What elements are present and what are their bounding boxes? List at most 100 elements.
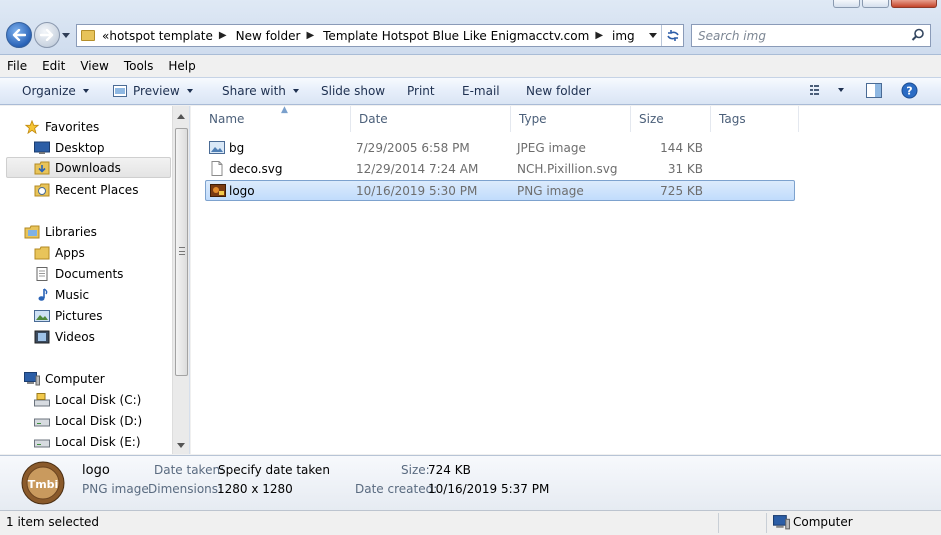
address-history-dropdown[interactable]	[649, 33, 657, 38]
address-toolbar: « hotspot template ▶ New folder ▶ Template…	[0, 0, 941, 55]
slide-show-button[interactable]: Slide show	[321, 84, 385, 98]
breadcrumb-item[interactable]: Template Hotspot Blue Like Enigmacctv.co…	[323, 29, 612, 43]
sidebar-item-documents[interactable]: Documents	[34, 263, 123, 284]
help-icon: ?	[901, 82, 918, 99]
print-button[interactable]: Print	[407, 84, 435, 98]
search-placeholder: Search img	[698, 28, 766, 43]
column-header-name[interactable]: ▲ Name	[201, 105, 351, 132]
search-icon[interactable]	[911, 28, 925, 42]
sidebar-item-apps[interactable]: Apps	[34, 242, 85, 263]
sidebar-item-pictures[interactable]: Pictures	[34, 305, 103, 326]
breadcrumb-item[interactable]: hotspot template ▶	[109, 29, 235, 43]
change-view-button[interactable]	[810, 84, 844, 96]
sidebar-item-desktop[interactable]: Desktop	[34, 137, 105, 158]
preview-button[interactable]: Preview	[113, 84, 193, 98]
tree-libraries[interactable]: Libraries	[24, 221, 97, 242]
computer-icon	[773, 515, 790, 530]
grip-icon	[179, 247, 185, 255]
documents-icon	[36, 266, 48, 281]
file-size: 725 KB	[660, 184, 703, 198]
chevron-right-icon[interactable]: ▶	[219, 30, 227, 41]
command-bar: Organize Preview Share with Slide show P…	[0, 77, 941, 105]
chevron-down-icon	[292, 89, 299, 93]
new-folder-button[interactable]: New folder	[526, 84, 591, 98]
menu-view[interactable]: View	[80, 59, 108, 73]
date-taken-field[interactable]: Specify date taken	[218, 463, 330, 477]
breadcrumb-item[interactable]: New folder ▶	[236, 29, 324, 43]
sort-ascending-icon: ▲	[281, 105, 288, 115]
sidebar-item-local-disk-e[interactable]: Local Disk (E:)	[34, 431, 141, 452]
breadcrumb-overflow[interactable]: «	[102, 29, 109, 43]
preview-pane-button[interactable]	[866, 83, 882, 98]
date-taken-label: Date taken:	[154, 463, 225, 477]
drive-icon	[34, 418, 50, 426]
sidebar-item-music[interactable]: Music	[34, 284, 89, 305]
column-header-date[interactable]: Date	[351, 106, 511, 132]
breadcrumb-item[interactable]: img	[612, 29, 635, 43]
folder-icon	[81, 30, 95, 41]
scroll-thumb[interactable]	[175, 128, 188, 376]
downloads-folder-icon	[34, 161, 50, 174]
column-header-type[interactable]: Type	[511, 106, 631, 132]
recent-pages-dropdown[interactable]	[62, 33, 70, 38]
sidebar-item-downloads[interactable]: Downloads	[6, 157, 171, 178]
column-header-size[interactable]: Size	[631, 106, 711, 132]
search-input[interactable]: Search img	[691, 24, 931, 47]
minimize-button[interactable]	[833, 0, 860, 8]
preview-pane-icon	[866, 83, 882, 98]
organize-button[interactable]: Organize	[22, 84, 89, 98]
back-button[interactable]	[6, 22, 32, 48]
column-header-tags[interactable]: Tags	[711, 106, 799, 132]
image-file-icon	[209, 141, 225, 154]
tree-favorites[interactable]: Favorites	[24, 116, 99, 137]
help-button[interactable]: ?	[901, 82, 918, 99]
folder-icon	[34, 246, 50, 259]
menu-file[interactable]: File	[7, 59, 27, 73]
menu-edit[interactable]: Edit	[42, 59, 65, 73]
file-type: NCH.Pixillion.svg	[517, 162, 618, 176]
file-name: bg	[229, 141, 245, 155]
scroll-down-icon[interactable]	[177, 443, 185, 448]
sidebar-item-videos[interactable]: Videos	[34, 326, 95, 347]
maximize-button[interactable]	[862, 0, 889, 8]
address-bar[interactable]: « hotspot template ▶ New folder ▶ Template…	[76, 24, 684, 47]
details-file-name: logo	[82, 463, 110, 478]
chevron-right-icon[interactable]: ▶	[306, 30, 314, 41]
share-with-button[interactable]: Share with	[222, 84, 299, 98]
close-button[interactable]	[891, 0, 937, 8]
status-bar: 1 item selected Computer	[0, 510, 941, 535]
recent-places-icon	[34, 183, 50, 196]
refresh-button[interactable]	[661, 25, 683, 46]
email-button[interactable]: E-mail	[462, 84, 500, 98]
refresh-icon	[666, 30, 679, 41]
menu-help[interactable]: Help	[168, 59, 195, 73]
file-row-deco-svg[interactable]: deco.svg 12/29/2014 7:24 AM NCH.Pixillio…	[205, 159, 795, 179]
blank-file-icon	[211, 161, 223, 176]
scroll-up-icon[interactable]	[177, 114, 185, 119]
file-size: 144 KB	[660, 141, 703, 155]
menu-tools[interactable]: Tools	[124, 59, 154, 73]
videos-icon	[34, 330, 50, 343]
file-row-logo[interactable]: logo 10/16/2019 5:30 PM PNG image 725 KB	[205, 180, 795, 201]
file-row-bg[interactable]: bg 7/29/2005 6:58 PM JPEG image 144 KB	[205, 138, 795, 158]
file-date: 12/29/2014 7:24 AM	[356, 162, 479, 176]
sidebar-item-recent-places[interactable]: Recent Places	[34, 179, 138, 200]
file-size: 31 KB	[667, 162, 703, 176]
file-date: 10/16/2019 5:30 PM	[356, 184, 478, 198]
status-divider	[718, 513, 719, 533]
sidebar-item-local-disk-d[interactable]: Local Disk (D:)	[34, 410, 142, 431]
navigation-scrollbar[interactable]	[172, 106, 189, 454]
size-label: Size:	[401, 463, 430, 477]
details-file-kind: PNG image	[82, 482, 149, 496]
sidebar-item-local-disk-c[interactable]: Local Disk (C:)	[34, 389, 141, 410]
logo-thumbnail: Tmbi	[21, 461, 65, 505]
chevron-right-icon[interactable]: ▶	[595, 30, 603, 41]
drive-icon	[34, 439, 50, 447]
menu-bar: File Edit View Tools Help	[0, 56, 941, 76]
forward-button[interactable]	[34, 22, 60, 48]
size-value: 724 KB	[428, 463, 471, 477]
navigation-pane: Favorites Desktop Downloads Recent Place…	[0, 106, 190, 454]
tree-computer[interactable]: Computer	[24, 368, 105, 389]
star-icon	[24, 119, 40, 134]
chevron-down-icon	[838, 88, 844, 92]
